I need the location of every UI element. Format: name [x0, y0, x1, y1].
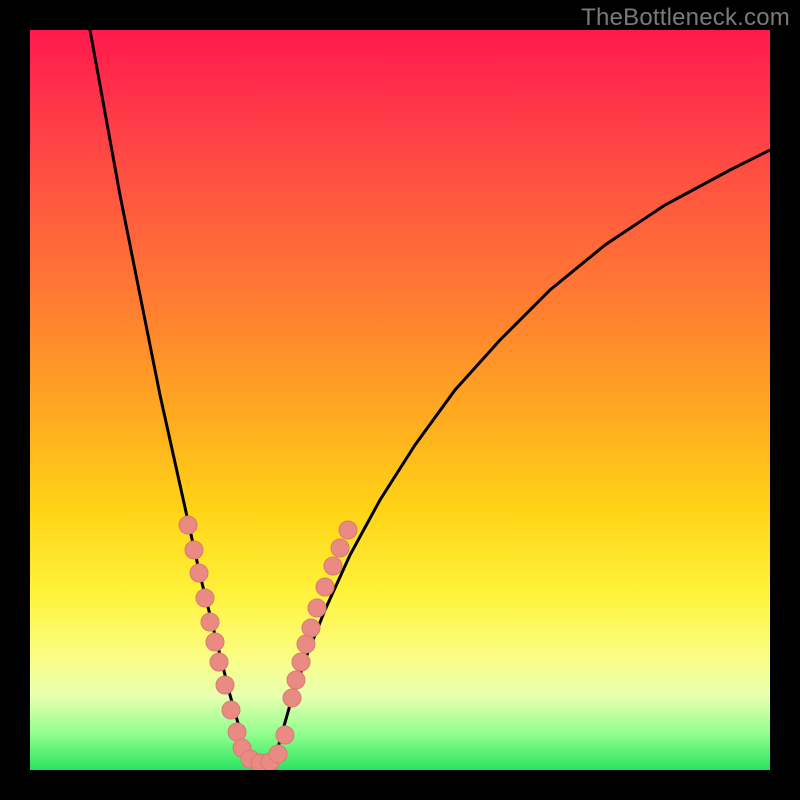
data-dot: [339, 521, 357, 539]
chart-frame: TheBottleneck.com: [0, 0, 800, 800]
data-dot: [196, 589, 214, 607]
data-dot: [222, 701, 240, 719]
data-dot: [297, 635, 315, 653]
data-dot: [210, 653, 228, 671]
data-dot: [185, 541, 203, 559]
data-dots: [179, 516, 357, 770]
left-curve: [90, 30, 248, 760]
data-dot: [201, 613, 219, 631]
data-dot: [331, 539, 349, 557]
data-dot: [308, 599, 326, 617]
data-dot: [206, 633, 224, 651]
data-dot: [316, 578, 334, 596]
data-dot: [216, 676, 234, 694]
data-dot: [287, 671, 305, 689]
chart-svg: [30, 30, 770, 770]
data-dot: [292, 653, 310, 671]
data-dot: [190, 564, 208, 582]
chart-plot-area: [30, 30, 770, 770]
right-curve: [275, 150, 770, 760]
data-dot: [228, 723, 246, 741]
data-dot: [269, 745, 287, 763]
data-dot: [324, 557, 342, 575]
data-dot: [276, 726, 294, 744]
data-dot: [302, 619, 320, 637]
data-dot: [179, 516, 197, 534]
data-dot: [283, 689, 301, 707]
watermark-text: TheBottleneck.com: [581, 4, 790, 32]
